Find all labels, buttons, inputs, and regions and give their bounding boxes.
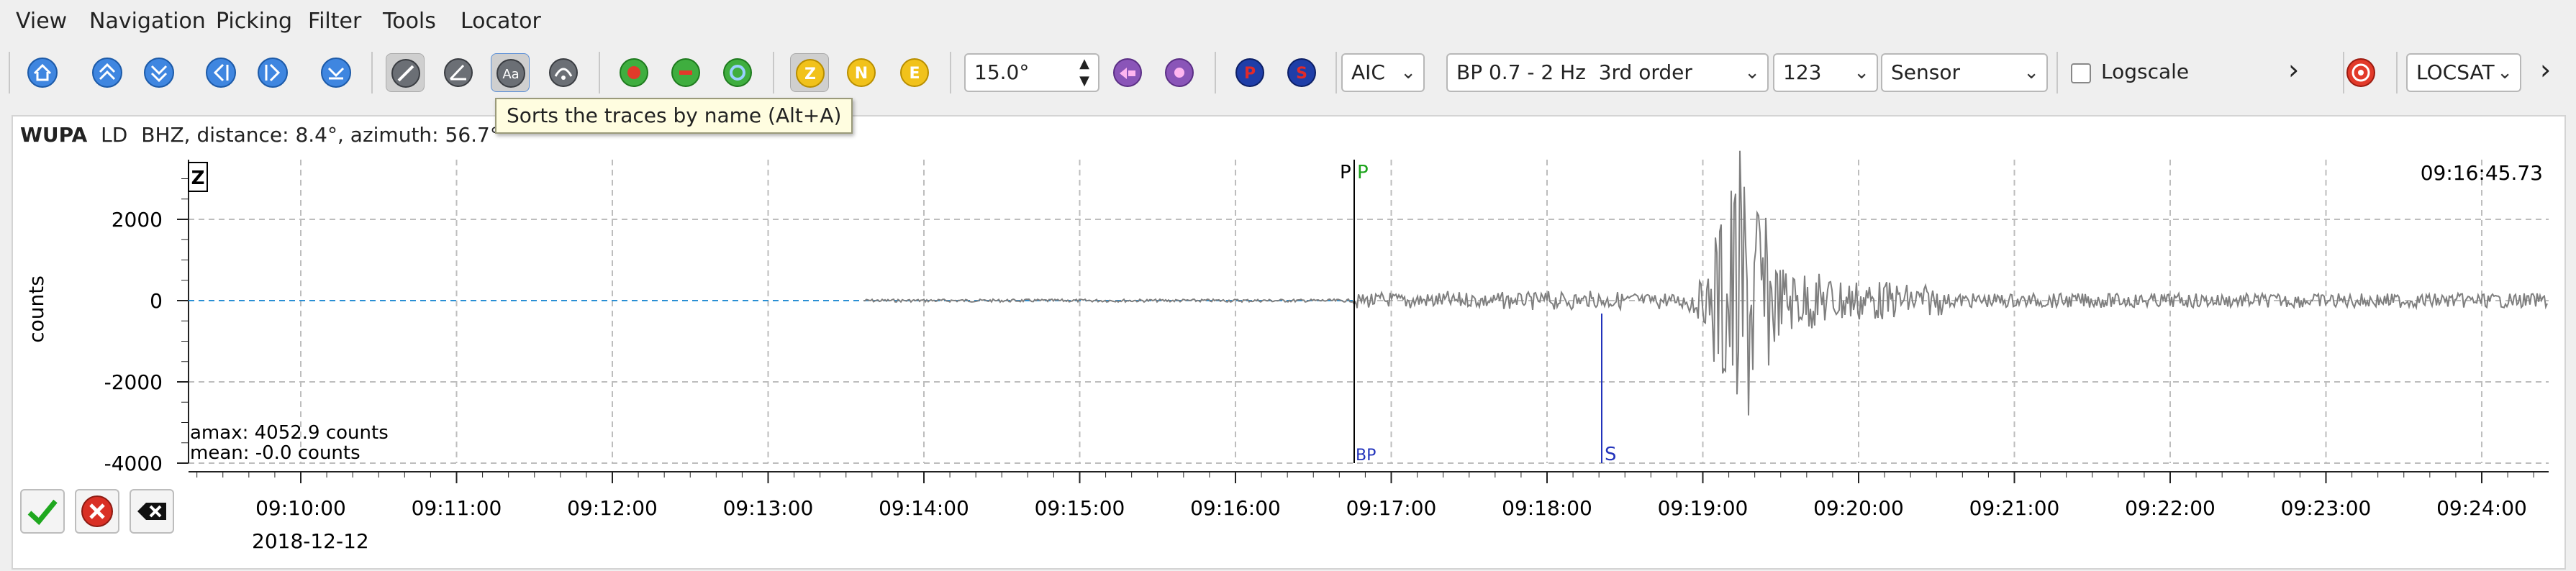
trace-plot[interactable]: 2000 0 -2000 -4000 09:10:00 09:11:00 09:12:00… (0, 0, 2576, 571)
date-label: 2018-12-12 (252, 529, 369, 553)
bp-pick-label: BP (1356, 447, 1376, 465)
x-tick-label: 09:24:00 (2436, 496, 2527, 520)
time-label: 09:16:45.73 (2421, 161, 2543, 185)
x-tick-label: 09:21:00 (1969, 496, 2060, 520)
amax-label: amax: 4052.9 counts (190, 422, 389, 444)
y-axis-label: counts (24, 275, 48, 343)
y-tick-label: -4000 (104, 452, 163, 475)
tooltip: Sorts the traces by name (Alt+A) (495, 98, 853, 134)
x-tick-label: 09:14:00 (879, 496, 969, 520)
x-axis: 09:10:00 09:11:00 09:12:00 09:13:00 09:14:00… (189, 472, 2549, 520)
x-tick-label: 09:18:00 (1502, 496, 1592, 520)
x-tick-label: 09:10:00 (255, 496, 346, 520)
accept-button[interactable] (20, 489, 65, 534)
y-tick-label: 0 (150, 289, 163, 313)
x-tick-label: 09:15:00 (1035, 496, 1125, 520)
x-tick-label: 09:22:00 (2125, 496, 2216, 520)
x-tick-label: 09:23:00 (2281, 496, 2372, 520)
x-tick-label: 09:11:00 (412, 496, 502, 520)
accept-icon (25, 494, 60, 529)
plot-area (189, 160, 2549, 463)
p-pick-label-green: P (1357, 162, 1369, 183)
clear-button[interactable] (130, 489, 174, 534)
x-tick-label: 09:12:00 (567, 496, 658, 520)
y-tick-label: 2000 (112, 208, 163, 232)
x-tick-label: 09:17:00 (1346, 496, 1437, 520)
x-tick-label: 09:19:00 (1658, 496, 1749, 520)
x-tick-label: 09:20:00 (1813, 496, 1904, 520)
y-axis: 2000 0 -2000 -4000 (104, 160, 189, 475)
reject-button[interactable] (75, 489, 119, 534)
p-pick-label: P (1340, 162, 1351, 183)
s-pick-label: S (1605, 444, 1617, 465)
mean-label: mean: -0.0 counts (190, 442, 360, 464)
x-tick-label: 09:16:00 (1190, 496, 1281, 520)
clear-icon (135, 494, 169, 529)
component-label: Z (191, 168, 205, 189)
y-tick-label: -2000 (104, 370, 163, 394)
reject-icon (80, 494, 114, 529)
x-tick-label: 09:13:00 (723, 496, 814, 520)
